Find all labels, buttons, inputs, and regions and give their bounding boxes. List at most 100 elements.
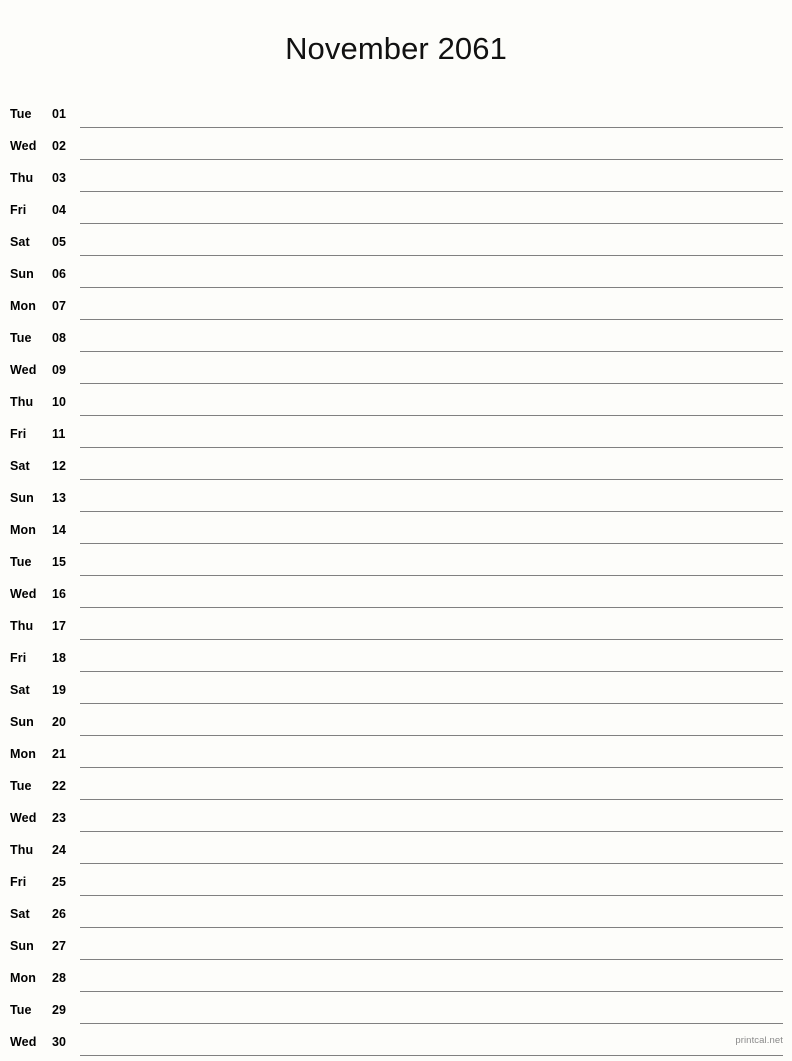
day-notes-line[interactable]	[80, 197, 783, 224]
day-number-label: 04	[52, 202, 67, 217]
day-number-label: 30	[52, 1034, 67, 1049]
day-row: Sat 19	[10, 677, 783, 709]
day-number-label: 09	[52, 362, 67, 377]
day-weekday-label: Mon	[10, 970, 36, 985]
day-weekday-label: Tue	[10, 778, 32, 793]
day-weekday-label: Fri	[10, 426, 27, 441]
day-row: Tue 01	[10, 101, 783, 133]
day-notes-line[interactable]	[80, 741, 783, 768]
day-number-label: 19	[52, 682, 67, 697]
day-number-label: 29	[52, 1002, 67, 1017]
day-notes-line[interactable]	[80, 773, 783, 800]
day-notes-line[interactable]	[80, 613, 783, 640]
day-notes-line[interactable]	[80, 357, 783, 384]
day-notes-line[interactable]	[80, 293, 783, 320]
day-number-label: 28	[52, 970, 67, 985]
day-row: Sat 12	[10, 453, 783, 485]
day-weekday-label: Sat	[10, 234, 30, 249]
day-notes-line[interactable]	[80, 901, 783, 928]
day-weekday-label: Sat	[10, 682, 30, 697]
day-notes-line[interactable]	[80, 805, 783, 832]
day-notes-line[interactable]	[80, 1029, 783, 1056]
day-notes-line[interactable]	[80, 869, 783, 896]
day-weekday-label: Thu	[10, 842, 34, 857]
day-weekday-label: Sun	[10, 938, 34, 953]
day-row: Sun 27	[10, 933, 783, 965]
day-row: Sun 13	[10, 485, 783, 517]
day-row: Sun 06	[10, 261, 783, 293]
day-notes-line[interactable]	[80, 485, 783, 512]
day-row: Wed 23	[10, 805, 783, 837]
day-row: Fri 11	[10, 421, 783, 453]
day-notes-line[interactable]	[80, 645, 783, 672]
page-title-area: November 2061	[0, 0, 792, 89]
day-weekday-label: Fri	[10, 650, 27, 665]
day-notes-line[interactable]	[80, 421, 783, 448]
day-notes-line[interactable]	[80, 389, 783, 416]
day-number-label: 23	[52, 810, 67, 825]
day-notes-line[interactable]	[80, 229, 783, 256]
day-number-label: 21	[52, 746, 67, 761]
day-weekday-label: Thu	[10, 170, 34, 185]
day-number-label: 02	[52, 138, 67, 153]
day-number-label: 07	[52, 298, 67, 313]
day-weekday-label: Wed	[10, 362, 37, 377]
day-notes-line[interactable]	[80, 677, 783, 704]
day-row: Tue 22	[10, 773, 783, 805]
footer: printcal.net	[735, 1030, 783, 1048]
day-row: Wed 02	[10, 133, 783, 165]
day-weekday-label: Fri	[10, 874, 27, 889]
day-row: Sun 20	[10, 709, 783, 741]
day-number-label: 24	[52, 842, 67, 857]
day-notes-line[interactable]	[80, 581, 783, 608]
day-number-label: 03	[52, 170, 67, 185]
day-row: Thu 17	[10, 613, 783, 645]
day-notes-line[interactable]	[80, 325, 783, 352]
day-weekday-label: Thu	[10, 394, 34, 409]
day-number-label: 20	[52, 714, 67, 729]
day-number-label: 26	[52, 906, 67, 921]
day-notes-line[interactable]	[80, 101, 783, 128]
day-notes-line[interactable]	[80, 133, 783, 160]
day-notes-line[interactable]	[80, 549, 783, 576]
footer-credit: printcal.net	[735, 1035, 783, 1046]
day-notes-line[interactable]	[80, 997, 783, 1024]
page-title: November 2061	[285, 30, 507, 66]
day-notes-line[interactable]	[80, 453, 783, 480]
day-weekday-label: Fri	[10, 202, 27, 217]
day-weekday-label: Tue	[10, 330, 32, 345]
day-row: Mon 07	[10, 293, 783, 325]
day-row: Thu 24	[10, 837, 783, 869]
day-notes-line[interactable]	[80, 965, 783, 992]
day-weekday-label: Tue	[10, 106, 32, 121]
day-notes-line[interactable]	[80, 837, 783, 864]
day-number-label: 05	[52, 234, 67, 249]
day-number-label: 10	[52, 394, 67, 409]
day-notes-line[interactable]	[80, 517, 783, 544]
day-notes-line[interactable]	[80, 709, 783, 736]
day-weekday-label: Wed	[10, 810, 37, 825]
day-weekday-label: Mon	[10, 522, 36, 537]
calendar-page: November 2061 Tue 01 Wed 02 Thu 03 Fri 04 Sat 05 S…	[0, 0, 792, 1056]
day-row: Mon 21	[10, 741, 783, 773]
day-number-label: 14	[52, 522, 67, 537]
day-number-label: 25	[52, 874, 67, 889]
day-weekday-label: Wed	[10, 1034, 37, 1049]
day-weekday-label: Sun	[10, 266, 34, 281]
day-number-label: 08	[52, 330, 67, 345]
day-row: Wed 09	[10, 357, 783, 389]
day-notes-line[interactable]	[80, 165, 783, 192]
day-weekday-label: Tue	[10, 1002, 32, 1017]
day-notes-line[interactable]	[80, 261, 783, 288]
day-number-label: 01	[52, 106, 67, 121]
day-number-label: 16	[52, 586, 67, 601]
day-row: Tue 15	[10, 549, 783, 581]
day-row: Thu 03	[10, 165, 783, 197]
day-number-label: 13	[52, 490, 67, 505]
day-row: Sat 26	[10, 901, 783, 933]
day-notes-line[interactable]	[80, 933, 783, 960]
day-number-label: 17	[52, 618, 67, 633]
day-row: Fri 18	[10, 645, 783, 677]
day-weekday-label: Thu	[10, 618, 34, 633]
day-number-label: 15	[52, 554, 67, 569]
